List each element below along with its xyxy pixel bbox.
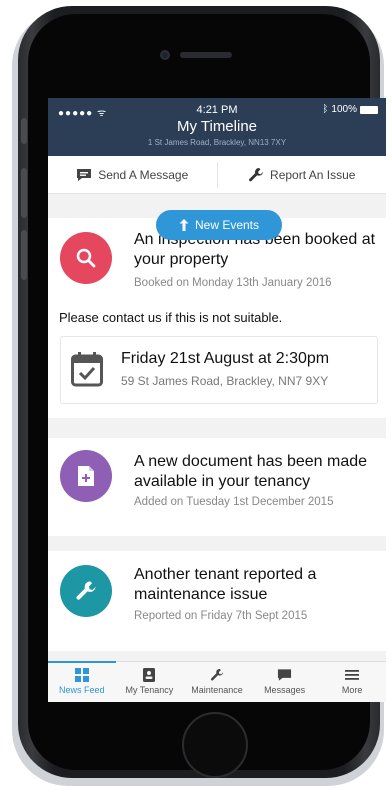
wrench-icon: [210, 668, 224, 681]
new-events-button[interactable]: New Events: [156, 210, 282, 240]
document-add-icon: [60, 450, 112, 502]
grid-icon: [74, 668, 89, 682]
calendar-check-icon: [71, 352, 103, 387]
page-title: My Timeline: [176, 118, 258, 135]
card-title: Another tenant reported a maintenance is…: [134, 566, 317, 603]
home-button[interactable]: [182, 712, 248, 778]
card-meta: Reported on Friday 7th Sept 2015: [134, 610, 308, 622]
volume-down-button: [21, 230, 27, 280]
battery-status: ᛒ 100%: [322, 104, 378, 115]
timeline-card-document[interactable]: A new document has been made available i…: [48, 438, 386, 536]
tab-maintenance[interactable]: Maintenance: [183, 662, 251, 702]
card-title: A new document has been made available i…: [134, 453, 368, 490]
wrench-icon: [60, 565, 112, 617]
tab-messages[interactable]: Messages: [251, 662, 319, 702]
mute-switch: [21, 118, 27, 144]
tab-label: More: [341, 685, 363, 695]
card-meta: Booked on Monday 13th January 2016: [134, 277, 332, 289]
send-message-label: Send A Message: [98, 167, 189, 182]
tab-bar: News Feed My Tenancy Maintenance Message…: [48, 661, 386, 702]
battery-percent: 100%: [331, 104, 357, 115]
tab-label: Maintenance: [191, 685, 243, 695]
tab-news-feed[interactable]: News Feed: [48, 661, 116, 702]
app-screen: ●●●●● ᯤ 4:21 PM ᛒ 100% My Timeline 1 St …: [48, 98, 386, 702]
property-address: 1 St James Road, Brackley, NN13 7XY: [147, 138, 287, 147]
report-issue-label: Report An Issue: [270, 167, 356, 182]
tab-my-tenancy[interactable]: My Tenancy: [116, 662, 184, 702]
tab-more[interactable]: More: [318, 662, 386, 702]
timeline-card-maintenance[interactable]: Another tenant reported a maintenance is…: [48, 551, 386, 651]
app-header: ●●●●● ᯤ 4:21 PM ᛒ 100% My Timeline 1 St …: [48, 98, 386, 156]
contact-card-icon: [143, 668, 156, 682]
tab-label: My Tenancy: [125, 685, 174, 695]
card-note: Please contact us if this is not suitabl…: [59, 310, 283, 325]
earpiece-speaker: [180, 52, 232, 58]
send-message-button[interactable]: Send A Message: [48, 156, 217, 193]
search-icon: [60, 232, 112, 284]
appointment-box[interactable]: Friday 21st August at 2:30pm 59 St James…: [60, 336, 378, 404]
wrench-icon: [249, 167, 264, 181]
feed-spacer: [48, 651, 386, 661]
arrow-up-icon: [179, 219, 189, 231]
front-camera: [160, 50, 170, 60]
tab-label: Messages: [264, 685, 306, 695]
timeline-card-inspection[interactable]: An inspection has been booked at your pr…: [48, 218, 386, 418]
card-meta: Added on Tuesday 1st December 2015: [134, 496, 334, 508]
action-bar: Send A Message Report An Issue: [48, 156, 386, 194]
new-events-label: New Events: [194, 218, 260, 232]
tab-label: News Feed: [59, 685, 105, 695]
battery-icon: [360, 105, 378, 114]
appointment-address: 59 St James Road, Brackley, NN7 9XY: [121, 374, 329, 388]
menu-icon: [345, 670, 360, 680]
chat-icon: [278, 669, 292, 681]
appointment-time: Friday 21st August at 2:30pm: [121, 350, 330, 367]
report-issue-button[interactable]: Report An Issue: [218, 156, 387, 193]
chat-icon: [77, 168, 92, 181]
volume-up-button: [21, 168, 27, 218]
bluetooth-icon: ᛒ: [322, 104, 329, 115]
